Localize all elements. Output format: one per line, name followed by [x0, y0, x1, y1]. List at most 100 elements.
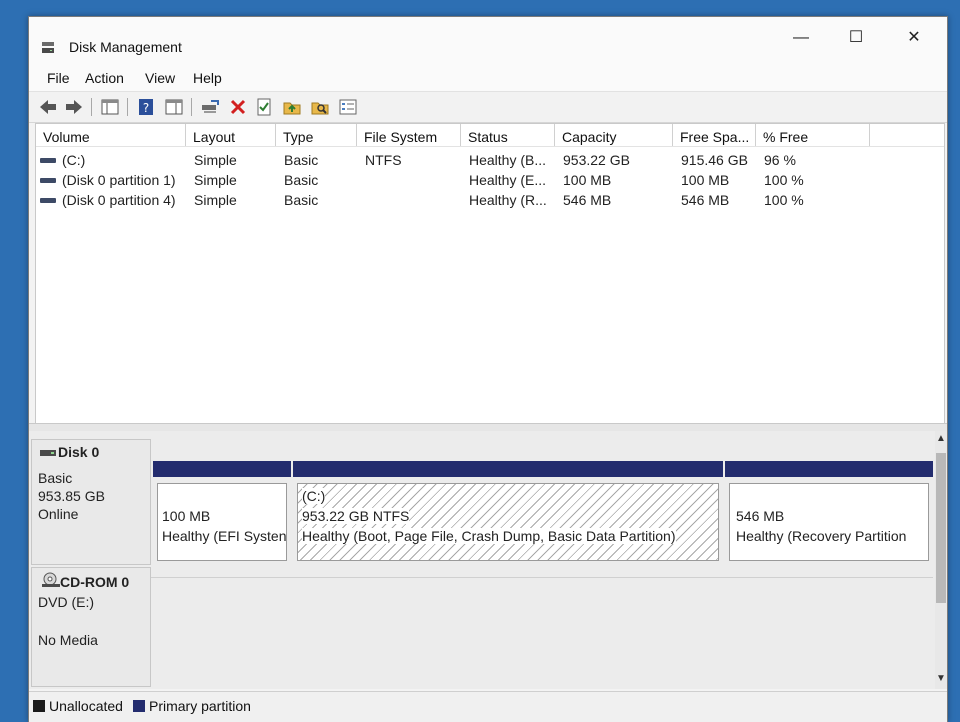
forward-arrow-icon[interactable]: [63, 96, 85, 118]
partition-status: Healthy (EFI Systen: [162, 528, 287, 544]
partition-title: (C:): [302, 488, 326, 504]
disk-type: Basic: [38, 470, 73, 486]
disk-0-label[interactable]: Disk 0 Basic 953.85 GB Online: [31, 439, 151, 565]
menu-view[interactable]: View: [145, 70, 175, 86]
partition-size: 953.22 GB NTFS: [302, 508, 410, 524]
volume-type: Basic: [284, 172, 319, 188]
volume-type: Basic: [284, 152, 319, 168]
minimize-button[interactable]: —: [783, 25, 819, 51]
window-title: Disk Management: [69, 39, 182, 55]
toolbar-separator: [191, 98, 192, 116]
column-header-volume[interactable]: Volume: [36, 124, 186, 146]
volume-status: Healthy (B...: [469, 152, 547, 168]
partition-size: 100 MB: [162, 508, 211, 524]
volume-capacity: 953.22 GB: [563, 152, 630, 168]
delete-icon[interactable]: [227, 96, 249, 118]
volume-icon: [40, 158, 56, 163]
disk-state: Online: [38, 506, 79, 522]
volume-percent-free: 100 %: [764, 192, 804, 208]
column-header-type[interactable]: Type: [276, 124, 357, 146]
help-icon[interactable]: ?: [135, 96, 157, 118]
legend-bar: Unallocated Primary partition: [29, 691, 947, 722]
volume-percent-free: 100 %: [764, 172, 804, 188]
volume-layout: Simple: [194, 192, 237, 208]
scroll-down-icon[interactable]: ▼: [935, 673, 947, 687]
volume-capacity: 100 MB: [563, 172, 612, 188]
column-header-capacity[interactable]: Capacity: [555, 124, 673, 146]
disk-management-app-icon: [42, 42, 54, 53]
partition-body: (C:) 953.22 GB NTFS Healthy (Boot, Page …: [297, 483, 719, 561]
column-header-percent-free[interactable]: % Free: [756, 124, 870, 146]
vertical-scrollbar[interactable]: ▲ ▼: [935, 431, 947, 689]
explore-icon[interactable]: [309, 96, 331, 118]
volume-icon: [40, 198, 56, 203]
partition-body: 100 MB Healthy (EFI Systen: [157, 483, 287, 561]
scroll-thumb[interactable]: [936, 453, 946, 603]
column-header-layout[interactable]: Layout: [186, 124, 276, 146]
partition-c[interactable]: (C:) 953.22 GB NTFS Healthy (Boot, Page …: [293, 461, 723, 567]
toolbar-separator: [91, 98, 92, 116]
close-button[interactable]: ✕: [896, 25, 932, 51]
volume-name: (Disk 0 partition 4): [62, 192, 176, 208]
primary-partition-swatch: [133, 700, 145, 712]
volume-row[interactable]: (C:) Simple Basic NTFS Healthy (B... 953…: [36, 150, 944, 170]
disk-name: Disk 0: [58, 444, 100, 460]
menu-bar: File Action View Help: [29, 65, 947, 91]
volume-row[interactable]: (Disk 0 partition 4) Simple Basic Health…: [36, 190, 944, 210]
column-header-file-system[interactable]: File System: [357, 124, 461, 146]
volume-layout: Simple: [194, 152, 237, 168]
legend-primary-partition: Primary partition: [149, 698, 251, 714]
open-folder-icon[interactable]: [281, 96, 303, 118]
volume-percent-free: 96 %: [764, 152, 796, 168]
volume-list-header: Volume Layout Type File System Status Ca…: [36, 124, 944, 147]
back-arrow-icon[interactable]: [37, 96, 59, 118]
cdrom-0-label[interactable]: CD-ROM 0 DVD (E:) No Media: [31, 567, 151, 687]
primary-partition-bar: [725, 461, 933, 477]
unallocated-swatch: [33, 700, 45, 712]
partition-recovery[interactable]: 546 MB Healthy (Recovery Partition: [725, 461, 933, 567]
volume-type: Basic: [284, 192, 319, 208]
maximize-button[interactable]: ☐: [838, 25, 874, 51]
volume-row[interactable]: (Disk 0 partition 1) Simple Basic Health…: [36, 170, 944, 190]
volume-status: Healthy (R...: [469, 192, 547, 208]
scroll-up-icon[interactable]: ▲: [935, 433, 947, 447]
cd-rom-icon: [42, 572, 60, 587]
volume-file-system: NTFS: [365, 152, 402, 168]
column-header-status[interactable]: Status: [461, 124, 555, 146]
show-hide-pane-icon[interactable]: [163, 96, 185, 118]
cdrom-media: No Media: [38, 632, 98, 648]
hard-disk-icon: [40, 450, 56, 456]
toolbar: ?: [29, 91, 947, 123]
check-icon[interactable]: [253, 96, 275, 118]
partition-size: 546 MB: [736, 508, 785, 524]
svg-text:?: ?: [143, 101, 149, 115]
console-tree-icon[interactable]: [99, 96, 121, 118]
menu-file[interactable]: File: [47, 70, 70, 86]
menu-action[interactable]: Action: [85, 70, 124, 86]
volume-status: Healthy (E...: [469, 172, 547, 188]
partition-status: Healthy (Recovery Partition: [736, 528, 907, 544]
volume-capacity: 546 MB: [563, 192, 612, 208]
volume-list[interactable]: Volume Layout Type File System Status Ca…: [35, 123, 945, 425]
volume-free-space: 546 MB: [681, 192, 730, 208]
primary-partition-bar: [293, 461, 723, 477]
volume-name: (C:): [62, 152, 86, 168]
properties-icon[interactable]: [337, 96, 359, 118]
title-bar[interactable]: Disk Management — ☐ ✕: [29, 17, 947, 65]
legend-unallocated: Unallocated: [49, 698, 123, 714]
cdrom-0-area: [151, 577, 933, 686]
menu-help[interactable]: Help: [193, 70, 222, 86]
partition-body: 546 MB Healthy (Recovery Partition: [729, 483, 929, 561]
disk-management-window: Disk Management — ☐ ✕ File Action View H…: [28, 16, 948, 722]
toolbar-separator: [127, 98, 128, 116]
volume-icon: [40, 178, 56, 183]
volume-layout: Simple: [194, 172, 237, 188]
partition-status: Healthy (Boot, Page File, Crash Dump, Ba…: [302, 528, 676, 544]
column-header-free-space[interactable]: Free Spa...: [673, 124, 756, 146]
volume-free-space: 915.46 GB: [681, 152, 748, 168]
connect-drive-icon[interactable]: [199, 96, 221, 118]
volume-free-space: 100 MB: [681, 172, 730, 188]
cdrom-drive: DVD (E:): [38, 594, 94, 610]
primary-partition-bar: [153, 461, 291, 477]
partition-efi[interactable]: 100 MB Healthy (EFI Systen: [153, 461, 291, 567]
